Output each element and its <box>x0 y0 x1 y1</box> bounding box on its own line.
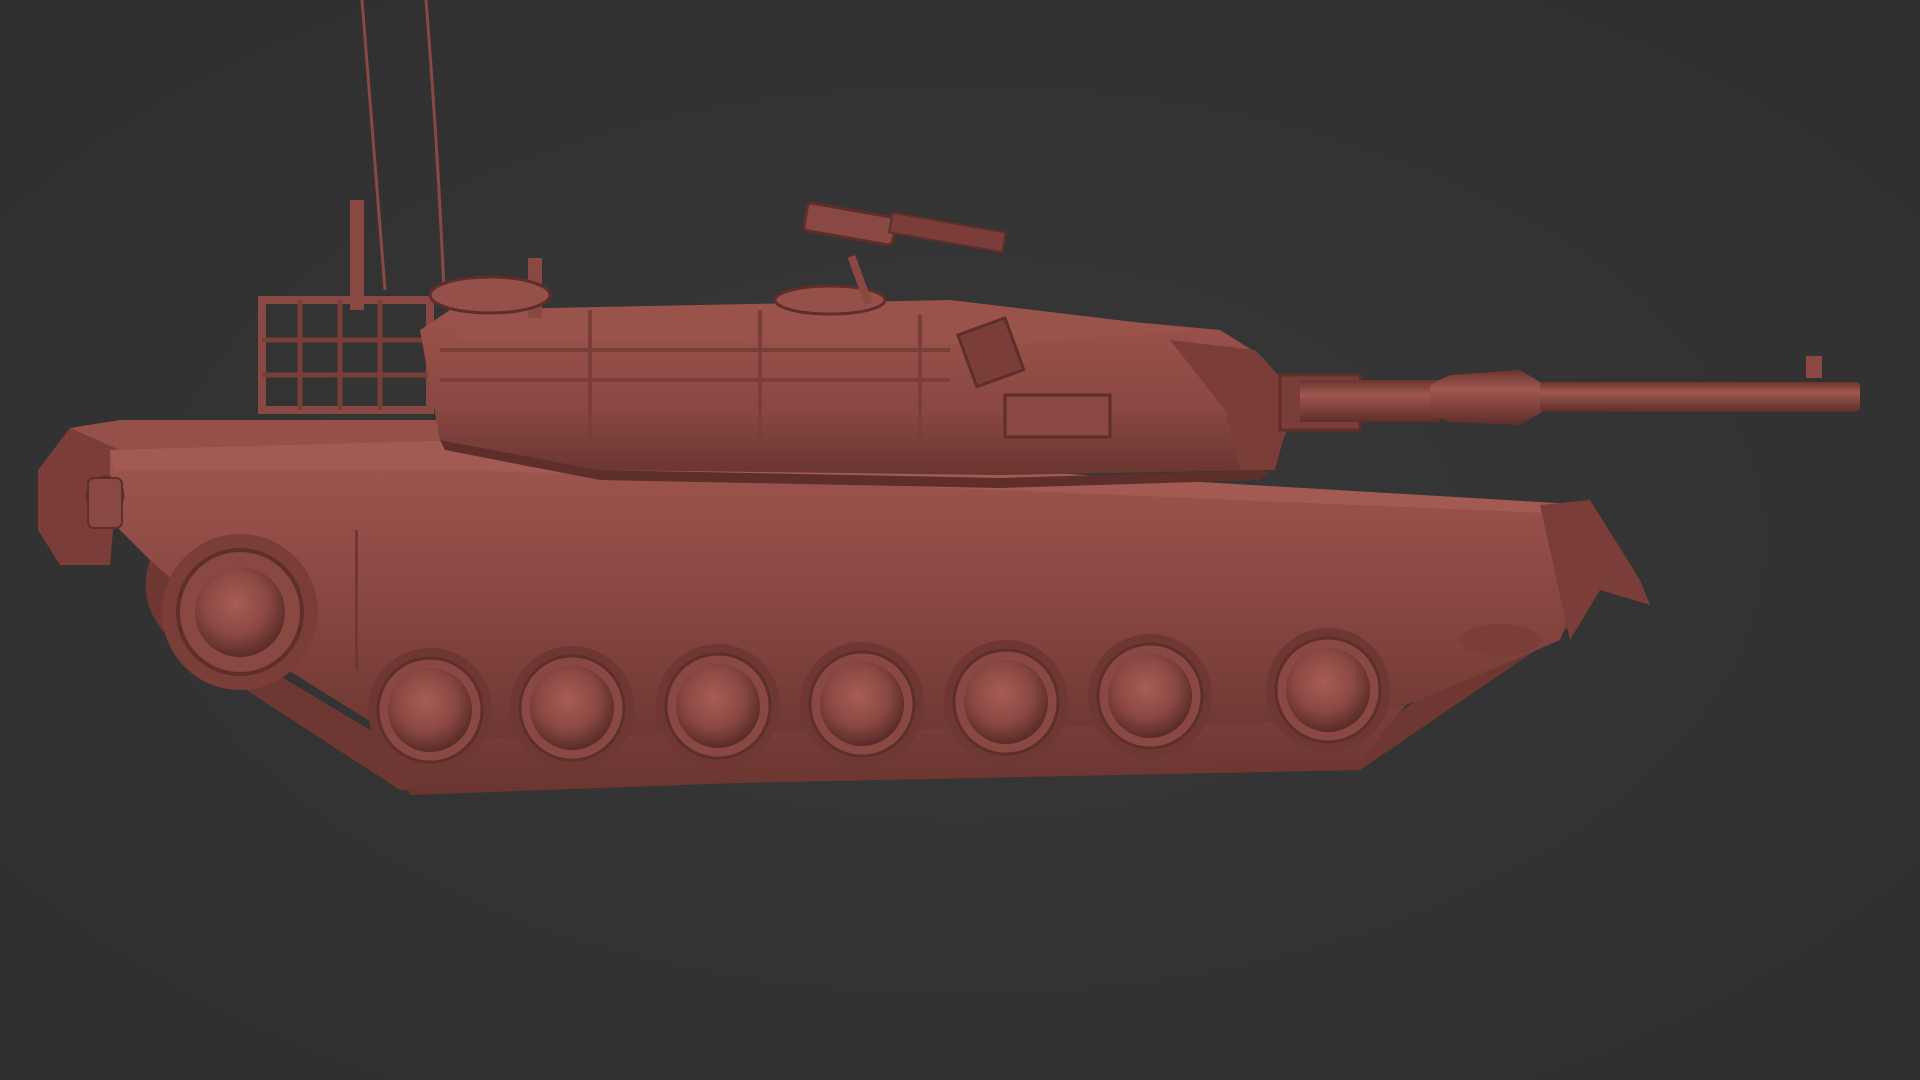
road-wheel <box>656 644 780 768</box>
idler-wheel <box>1460 624 1540 656</box>
vent-stack-1 <box>350 200 364 310</box>
antennas <box>360 0 446 291</box>
hull-side-panel-seam <box>355 530 358 670</box>
road-wheel <box>1088 634 1212 758</box>
turret-bustle-rack-inner <box>262 300 430 410</box>
barrel-base <box>1300 380 1440 422</box>
commander-hatch <box>428 275 552 315</box>
road-wheel <box>800 642 924 766</box>
gun-barrels <box>887 211 1007 254</box>
barrel-muzzle-sight <box>1806 356 1822 378</box>
barrel-bore-evacuator <box>1430 370 1545 425</box>
tank-model-render[interactable] <box>0 0 1920 1080</box>
road-wheel <box>368 648 492 772</box>
main-gun <box>1278 356 1860 432</box>
road-wheel <box>1266 628 1390 752</box>
antenna-left <box>360 0 387 291</box>
antenna-right <box>424 0 446 291</box>
road-wheel <box>510 646 634 770</box>
road-wheel <box>944 640 1068 764</box>
gun-body <box>802 201 898 247</box>
turret-storage-box <box>1003 393 1112 439</box>
turret-bustle-rack <box>258 296 434 414</box>
barrel-tube <box>1540 382 1860 412</box>
3d-viewport[interactable] <box>0 0 1920 1080</box>
drive-sprocket <box>162 534 318 690</box>
rear-exhaust <box>87 477 123 529</box>
